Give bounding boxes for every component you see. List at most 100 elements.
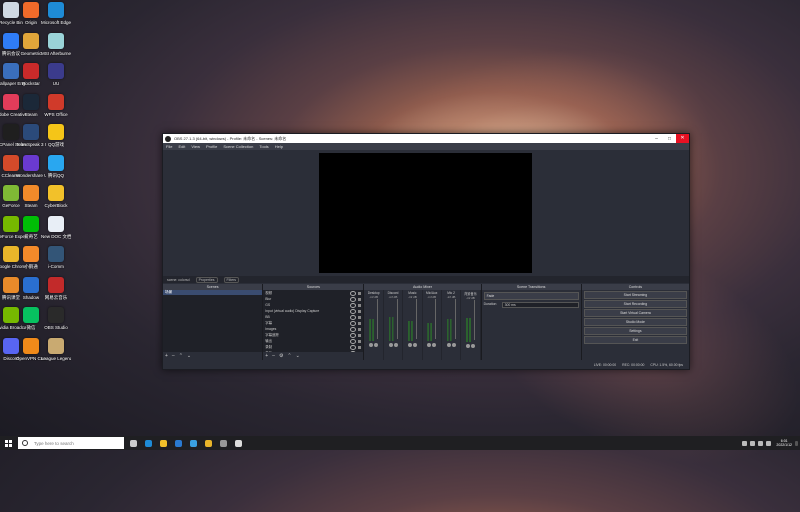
speaker-icon[interactable] [374,343,379,347]
lock-icon[interactable] [358,297,362,301]
volume-fader[interactable] [454,299,456,339]
gear-icon[interactable] [407,343,412,347]
scene-item[interactable]: 场景 [163,290,263,295]
start-streaming-button[interactable]: Start Streaming [583,291,687,299]
visibility-eye-icon[interactable] [350,326,357,332]
desktop-icon[interactable]: UU [41,63,71,86]
volume-meter [388,301,395,341]
move-up-icon[interactable]: ⌃ [179,353,183,359]
visibility-eye-icon[interactable] [350,344,357,350]
search-input[interactable] [31,439,124,447]
volume-fader[interactable] [396,299,398,339]
chrome-taskbar-button[interactable] [202,437,214,449]
clock[interactable]: 6:01 2022/1/12 [776,439,792,448]
file-explorer-taskbar-button[interactable] [157,437,169,449]
volume-fader[interactable] [415,299,417,339]
speaker-icon[interactable] [451,343,456,347]
desktop-icon[interactable]: New DOC 文档 [41,215,71,239]
start-button[interactable] [2,436,14,450]
maximize-icon[interactable]: □ [663,136,676,142]
store-taskbar-button[interactable] [187,437,199,449]
gear-icon[interactable] [465,344,470,348]
desktop-icon[interactable]: i-Comm [41,246,71,269]
obs-titlebar[interactable]: OBS 27.1.3 (64-bit, windows) - Profile: … [163,134,689,143]
menu-view[interactable]: View [191,144,200,149]
volume-fader[interactable] [435,299,437,339]
desktop-icon[interactable]: Microsoft Edge [41,2,71,25]
visibility-eye-icon[interactable] [350,308,357,314]
volume-fader[interactable] [473,300,475,340]
start-virtual-camera-button[interactable]: Start Virtual Camera [583,309,687,317]
filters-button[interactable]: Filters [223,276,240,283]
task-view-taskbar-button[interactable] [127,437,139,449]
desktop-icon[interactable]: OBS Studio [41,307,71,330]
lock-icon[interactable] [358,309,362,313]
desktop-icon[interactable]: League Legends [41,337,71,361]
lock-icon[interactable] [358,345,362,349]
lock-icon[interactable] [358,321,362,325]
lock-icon[interactable] [358,303,362,307]
menu-tools[interactable]: Tools [259,144,268,149]
gear-icon[interactable] [427,343,432,347]
move-up-icon[interactable]: ⌃ [287,353,291,359]
lock-icon[interactable] [358,315,362,319]
lock-icon[interactable] [358,339,362,343]
start-recording-button[interactable]: Start Recording [583,300,687,308]
close-icon[interactable]: ✕ [676,134,689,143]
preview-canvas[interactable] [319,153,532,273]
taskbar-search[interactable] [18,437,124,449]
settings-button[interactable]: Settings [583,327,687,335]
desktop-icon[interactable]: WPS Office [41,93,71,117]
gear-icon[interactable] [388,343,393,347]
desktop-icon[interactable]: MSI Afterburner [41,32,71,56]
studio-mode-button[interactable]: Studio Mode [583,318,687,326]
speaker-icon[interactable] [470,344,475,348]
speaker-icon[interactable] [393,343,398,347]
tray-expand-icon[interactable] [742,440,748,446]
mail-taskbar-button[interactable] [172,437,184,449]
remove-scene-icon[interactable]: – [172,353,175,359]
speaker-icon[interactable] [412,343,417,347]
move-down-icon[interactable]: ⌄ [187,353,191,359]
edge-taskbar-button[interactable] [142,437,154,449]
duration-input[interactable]: 300 ms [501,302,579,308]
transition-select[interactable]: Fade [483,292,579,300]
input-method-icon[interactable] [766,440,772,446]
desktop-icon[interactable]: CyberBlock [41,185,71,208]
visibility-eye-icon[interactable] [350,302,357,308]
network-icon[interactable] [750,440,756,446]
add-source-icon[interactable]: + [265,353,268,359]
lock-icon[interactable] [358,327,362,331]
menu-help[interactable]: Help [275,144,283,149]
visibility-eye-icon[interactable] [350,296,357,302]
lock-icon[interactable] [358,291,362,295]
lock-icon[interactable] [358,333,362,337]
desktop-icon[interactable]: QQ游戏 [41,124,71,147]
move-down-icon[interactable]: ⌄ [296,353,300,359]
speaker-icon[interactable] [432,343,437,347]
obs-taskbar-button[interactable] [232,437,244,449]
source-settings-icon[interactable]: ⚙ [279,353,283,359]
menu-profile[interactable]: Profile [206,144,217,149]
properties-button[interactable]: Properties [195,276,218,283]
desktop-icon[interactable]: 腾讯QQ [41,154,71,178]
gear-icon[interactable] [446,343,451,347]
menu-scene-collection[interactable]: Scene Collection [223,144,253,149]
visibility-eye-icon[interactable] [350,320,357,326]
exit-button[interactable]: Exit [583,336,687,344]
gear-icon[interactable] [369,343,374,347]
desktop-icon[interactable]: 网易云音乐 [41,276,71,300]
visibility-eye-icon[interactable] [350,338,357,344]
menu-file[interactable]: File [166,144,172,149]
volume-fader[interactable] [377,299,379,339]
volume-icon[interactable] [758,440,764,446]
remove-source-icon[interactable]: – [272,353,275,359]
visibility-eye-icon[interactable] [350,332,357,338]
add-scene-icon[interactable]: + [165,353,168,359]
visibility-eye-icon[interactable] [350,314,357,320]
visibility-eye-icon[interactable] [350,290,357,296]
minimize-icon[interactable]: – [650,136,663,142]
notification-icon[interactable] [795,440,798,446]
menu-edit[interactable]: Edit [178,144,185,149]
settings-taskbar-button[interactable] [217,437,229,449]
